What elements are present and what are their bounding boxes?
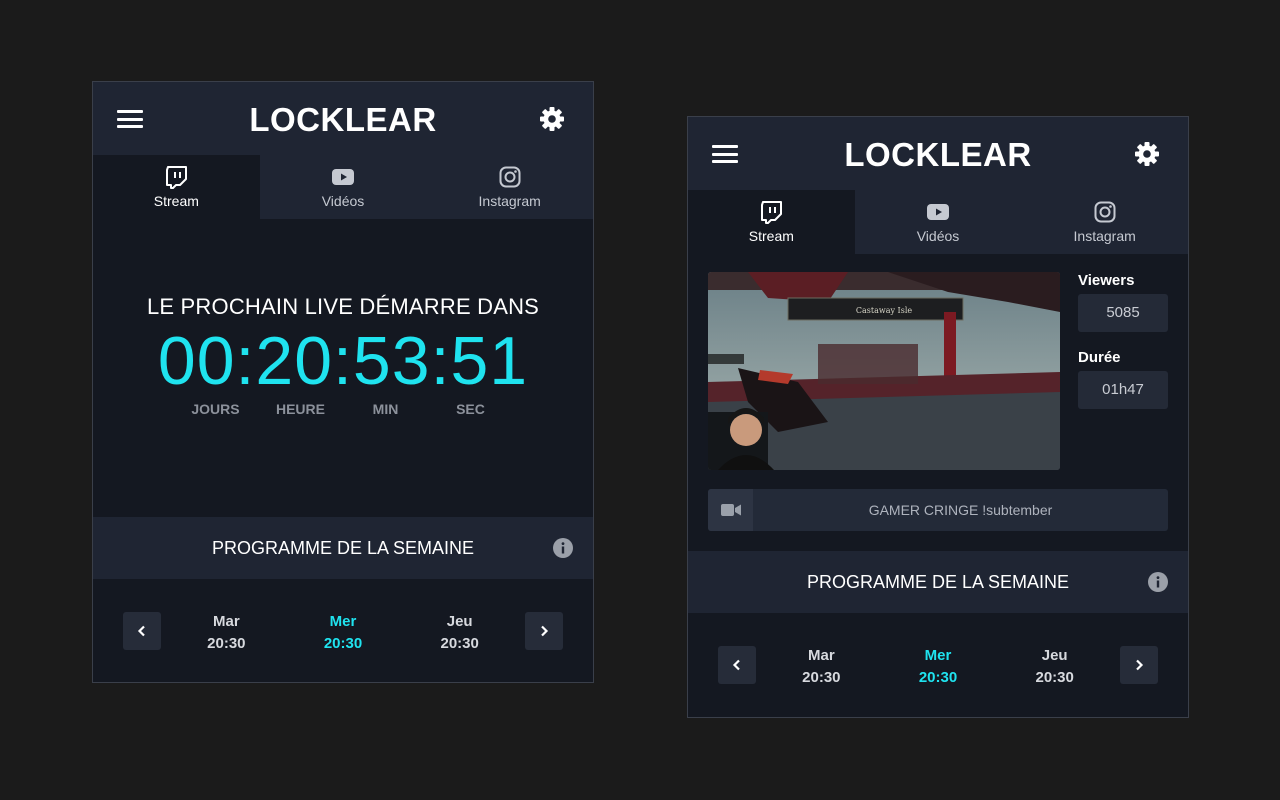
day-name: Mar <box>212 613 240 630</box>
day-name: Jeu <box>1041 647 1068 664</box>
schedule-header: PROGRAMME DE LA SEMAINE <box>688 551 1188 613</box>
widget-panel-offline: LOCKLEAR Stream Vidéos Instagram LE PROC… <box>92 81 594 683</box>
gear-icon[interactable] <box>539 106 565 132</box>
day-name: Mer <box>329 613 357 630</box>
tab-label: Stream <box>748 228 794 244</box>
tab-instagram[interactable]: Instagram <box>426 155 593 219</box>
info-icon[interactable] <box>1148 572 1168 592</box>
stream-video-thumbnail[interactable]: Castaway Isle <box>708 272 1060 470</box>
tab-stream[interactable]: Stream <box>688 190 855 254</box>
tab-label: Instagram <box>478 193 541 209</box>
schedule-days: Mar 20:30 Mer 20:30 Jeu 20:30 <box>763 645 1113 689</box>
schedule-day-mer[interactable]: Mer 20:30 <box>285 611 402 655</box>
youtube-icon <box>927 204 949 220</box>
widget-panel-live: LOCKLEAR Stream Vidéos Instagram Castawa… <box>687 116 1189 718</box>
schedule-day-mer[interactable]: Mer 20:30 <box>880 645 997 689</box>
day-time: 20:30 <box>323 635 363 652</box>
schedule-day-mar[interactable]: Mar 20:30 <box>168 611 285 655</box>
info-icon[interactable] <box>553 538 573 558</box>
schedule-next-button[interactable] <box>525 612 563 650</box>
day-name: Mar <box>807 647 835 664</box>
countdown-title: LE PROCHAIN LIVE DÉMARRE DANS <box>146 294 540 319</box>
video-camera-icon <box>720 504 741 516</box>
tab-label: Instagram <box>1073 228 1136 244</box>
schedule-body: Mar 20:30 Mer 20:30 Jeu 20:30 <box>93 579 593 682</box>
chevron-right-icon <box>1136 659 1144 671</box>
instagram-icon <box>1094 201 1116 223</box>
unit-days: JOURS <box>191 401 240 417</box>
chevron-left-icon <box>732 659 740 671</box>
duration-label: Durée <box>1078 349 1121 366</box>
day-time: 20:30 <box>1035 669 1074 686</box>
tab-instagram[interactable]: Instagram <box>1021 190 1188 254</box>
stream-title: GAMER CRINGE !subtember <box>868 502 1053 518</box>
schedule-next-button[interactable] <box>1120 646 1158 684</box>
menu-icon[interactable] <box>117 110 143 128</box>
schedule-title: PROGRAMME DE LA SEMAINE <box>806 572 1070 592</box>
instagram-icon <box>499 166 521 188</box>
schedule-title: PROGRAMME DE LA SEMAINE <box>211 538 475 558</box>
locklear-logo: LOCKLEAR <box>844 139 1031 169</box>
tab-videos[interactable]: Vidéos <box>855 190 1022 254</box>
tab-bar: Stream Vidéos Instagram <box>688 190 1188 254</box>
schedule-day-mar[interactable]: Mar 20:30 <box>763 645 880 689</box>
twitch-icon <box>166 166 188 189</box>
locklear-logo: LOCKLEAR <box>249 104 436 134</box>
gear-icon[interactable] <box>1134 141 1160 167</box>
day-time: 20:30 <box>918 669 958 686</box>
camera-icon <box>708 489 753 531</box>
header: LOCKLEAR <box>93 82 593 155</box>
svg-text:Castaway Isle: Castaway Isle <box>856 306 912 315</box>
day-time: 20:30 <box>802 669 841 686</box>
tab-stream[interactable]: Stream <box>93 155 260 219</box>
chevron-left-icon <box>137 625 145 637</box>
tab-label: Stream <box>153 193 199 209</box>
countdown-section: LE PROCHAIN LIVE DÉMARRE DANS 00:20:53:5… <box>93 219 593 517</box>
schedule-day-jeu[interactable]: Jeu 20:30 <box>401 611 518 655</box>
day-time: 20:30 <box>207 635 246 652</box>
svg-text:LOCKLEAR: LOCKLEAR <box>249 104 436 134</box>
svg-text:LOCKLEAR: LOCKLEAR <box>844 139 1031 169</box>
countdown-units: JOURS HEURE MIN SEC <box>173 401 513 417</box>
tab-bar: Stream Vidéos Instagram <box>93 155 593 219</box>
tab-label: Vidéos <box>916 228 960 244</box>
schedule-days: Mar 20:30 Mer 20:30 Jeu 20:30 <box>168 611 518 655</box>
stream-section: Castaway Isle Viewers 5085 Durée 01h47 G… <box>688 254 1188 551</box>
twitch-icon <box>761 201 783 224</box>
viewers-label: Viewers <box>1078 272 1135 289</box>
menu-icon[interactable] <box>712 145 738 163</box>
schedule-body: Mar 20:30 Mer 20:30 Jeu 20:30 <box>688 613 1188 717</box>
viewers-count: 5085 <box>1078 294 1168 332</box>
duration-value: 01h47 <box>1078 371 1168 409</box>
day-time: 20:30 <box>440 635 479 652</box>
day-name: Jeu <box>446 613 473 630</box>
tab-label: Vidéos <box>321 193 365 209</box>
header: LOCKLEAR <box>688 117 1188 190</box>
tab-videos[interactable]: Vidéos <box>260 155 427 219</box>
unit-minutes: MIN <box>372 401 399 417</box>
schedule-prev-button[interactable] <box>123 612 161 650</box>
schedule-header: PROGRAMME DE LA SEMAINE <box>93 517 593 579</box>
day-name: Mer <box>924 647 952 664</box>
countdown-timer: 00:20:53:51 <box>157 323 529 399</box>
youtube-icon <box>332 169 354 185</box>
chevron-right-icon <box>541 625 549 637</box>
stream-title-bar[interactable]: GAMER CRINGE !subtember <box>708 489 1168 531</box>
unit-hours: HEURE <box>275 401 325 417</box>
schedule-day-jeu[interactable]: Jeu 20:30 <box>996 645 1113 689</box>
unit-seconds: SEC <box>456 401 485 417</box>
schedule-prev-button[interactable] <box>718 646 756 684</box>
